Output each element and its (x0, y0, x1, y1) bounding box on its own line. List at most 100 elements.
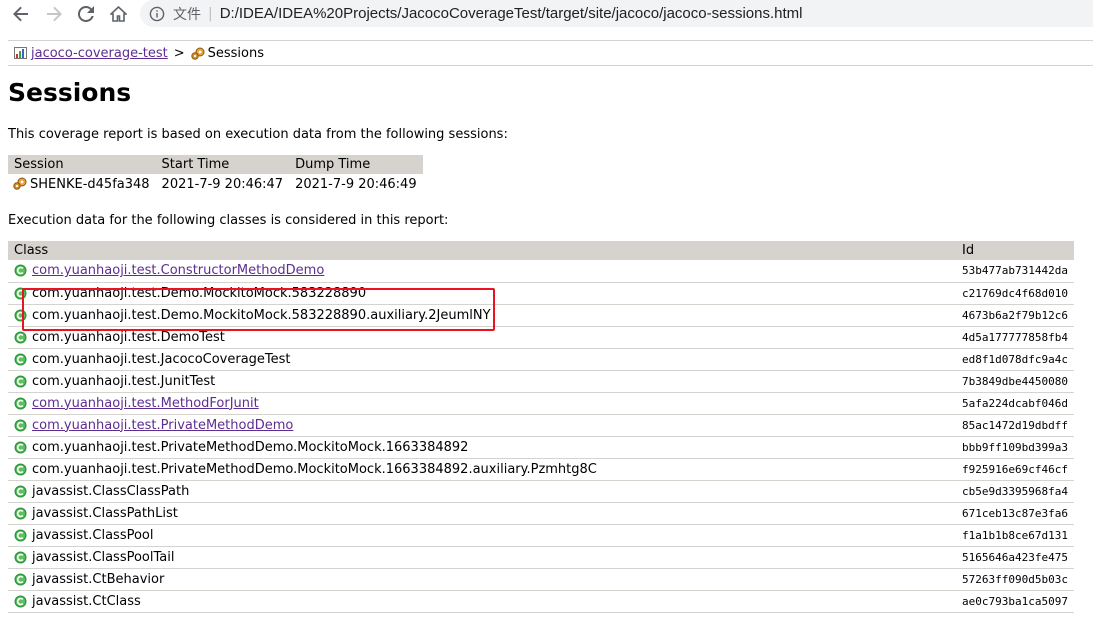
class-green-icon (14, 529, 27, 541)
class-link[interactable]: com.yuanhaoji.test.PrivateMethodDemo (32, 418, 293, 433)
home-icon (109, 6, 127, 22)
class-name: com.yuanhaoji.test.Demo.MockitoMock.5832… (32, 285, 367, 301)
class-name: javassist.ClassClassPath (32, 483, 190, 499)
reload-icon (78, 6, 94, 22)
class-green-icon (14, 507, 27, 519)
breadcrumb-report-link[interactable]: jacoco-coverage-test (31, 46, 168, 61)
column-header-dump-time: Dump Time (289, 155, 423, 174)
class-link[interactable]: com.yuanhaoji.test.ConstructorMethodDemo (32, 263, 324, 278)
class-green-icon (14, 485, 27, 497)
class-name: com.yuanhaoji.test.JacocoCoverageTest (32, 351, 291, 367)
class-green-icon (14, 287, 27, 299)
class-cell: com.yuanhaoji.test.PrivateMethodDemo.Moc… (8, 458, 957, 481)
class-green-icon (14, 309, 27, 321)
sessions-table: Session Start Time Dump Time SHENKE-d45f… (8, 155, 423, 194)
class-cell: com.yuanhaoji.test.JunitTest (8, 370, 957, 393)
class-cell: com.yuanhaoji.test.JacocoCoverageTest (8, 348, 957, 371)
class-green-icon (14, 551, 27, 563)
sessions-table-header: Session Start Time Dump Time (8, 155, 423, 174)
address-bar[interactable]: 文件 | D:/IDEA/IDEA%20Projects/JacocoCover… (140, 0, 1093, 27)
forward-button[interactable] (43, 3, 65, 25)
class-row: javassist.CtClass ae0c793ba1ca5097 (8, 590, 1074, 613)
class-cell: javassist.CtClass (8, 590, 957, 613)
column-header-session: Session (8, 155, 156, 174)
info-icon[interactable] (149, 6, 165, 22)
class-id: 53b477ab731442da (956, 260, 1074, 283)
back-button[interactable] (10, 3, 32, 25)
class-id: 85ac1472d19dbdff (956, 414, 1074, 437)
arrow-left-icon (13, 6, 28, 22)
class-green-icon (14, 595, 27, 607)
class-green-icon (14, 441, 27, 453)
class-id: 7b3849dbe4450080 (956, 370, 1074, 393)
class-cell-content: com.yuanhaoji.test.Demo.MockitoMock.5832… (14, 286, 950, 301)
class-row: javassist.ClassClassPath cb5e9d3395968fa4 (8, 480, 1074, 503)
class-cell-content: com.yuanhaoji.test.JunitTest (14, 374, 950, 389)
column-header-id: Id (956, 241, 1074, 260)
class-id: ed8f1d078dfc9a4c (956, 348, 1074, 371)
class-name: com.yuanhaoji.test.DemoTest (32, 329, 225, 345)
class-row: javassist.ClassPool f1a1b1b8ce67d131 (8, 524, 1074, 547)
class-id: ae0c793ba1ca5097 (956, 590, 1074, 613)
class-green-icon (14, 573, 27, 585)
class-id: 5afa224dcabf046d (956, 392, 1074, 415)
class-green-icon (14, 463, 27, 475)
class-cell: com.yuanhaoji.test.PrivateMethodDemo.Moc… (8, 436, 957, 459)
arrow-right-icon (47, 6, 62, 22)
address-separator: | (208, 5, 213, 22)
home-button[interactable] (107, 3, 129, 25)
class-cell: javassist.ClassPool (8, 524, 957, 547)
class-cell-content: com.yuanhaoji.test.ConstructorMethodDemo (14, 263, 950, 278)
class-row: javassist.ClassPathList 671ceb13c87e3fa6 (8, 502, 1074, 525)
class-name: com.yuanhaoji.test.JunitTest (32, 373, 216, 389)
class-name: com.yuanhaoji.test.PrivateMethodDemo.Moc… (32, 461, 597, 477)
classes-table: Class Id com.yuanhaoji.test.ConstructorM… (8, 241, 1074, 613)
class-name: com.yuanhaoji.test.Demo.MockitoMock.5832… (32, 307, 491, 323)
class-cell-content: javassist.ClassClassPath (14, 484, 950, 499)
session-cell: SHENKE-d45fa348 (8, 174, 156, 194)
class-cell: javassist.ClassPoolTail (8, 546, 957, 569)
class-name: javassist.CtClass (32, 593, 141, 609)
class-cell: com.yuanhaoji.test.DemoTest (8, 326, 957, 349)
class-cell: com.yuanhaoji.test.MethodForJunit (8, 392, 957, 415)
class-cell-content: javassist.ClassPathList (14, 506, 950, 521)
browser-toolbar: 文件 | D:/IDEA/IDEA%20Projects/JacocoCover… (0, 0, 1093, 28)
class-id: 4d5a177777858fb4 (956, 326, 1074, 349)
session-start-time: 2021-7-9 20:46:47 (161, 176, 284, 192)
class-cell-content: javassist.CtClass (14, 594, 950, 609)
class-id: 4673b6a2f79b12c6 (956, 304, 1074, 327)
reload-button[interactable] (75, 3, 97, 25)
class-name: javassist.ClassPool (32, 527, 154, 543)
class-id: f1a1b1b8ce67d131 (956, 524, 1074, 547)
sessions-intro-text: This coverage report is based on executi… (8, 127, 508, 142)
class-cell: com.yuanhaoji.test.Demo.MockitoMock.5832… (8, 282, 957, 305)
class-cell-content: javassist.ClassPool (14, 528, 950, 543)
session-gears-icon (13, 177, 27, 190)
class-cell: javassist.ClassPathList (8, 502, 957, 525)
session-dump-time: 2021-7-9 20:46:49 (295, 176, 417, 192)
breadcrumb: jacoco-coverage-test > Sessions (8, 40, 1093, 66)
breadcrumb-current: Sessions (207, 45, 265, 61)
class-id: 57263ff090d5b03c (956, 568, 1074, 591)
class-cell: com.yuanhaoji.test.PrivateMethodDemo (8, 414, 957, 437)
class-link[interactable]: com.yuanhaoji.test.MethodForJunit (32, 396, 259, 411)
class-name: javassist.ClassPoolTail (32, 549, 175, 565)
class-id: bbb9ff109bd399a3 (956, 436, 1074, 459)
class-row: com.yuanhaoji.test.MethodForJunit 5afa224… (8, 392, 1074, 415)
class-cell-content: com.yuanhaoji.test.PrivateMethodDemo (14, 418, 950, 433)
class-row: com.yuanhaoji.test.ConstructorMethodDemo… (8, 260, 1074, 283)
class-row: com.yuanhaoji.test.PrivateMethodDemo 85ac… (8, 414, 1074, 437)
session-name: SHENKE-d45fa348 (30, 176, 150, 192)
url-text[interactable]: D:/IDEA/IDEA%20Projects/JacocoCoverageTe… (220, 5, 803, 22)
class-cell: com.yuanhaoji.test.ConstructorMethodDemo (8, 260, 957, 283)
class-green-icon (14, 375, 27, 387)
class-green-icon (14, 353, 27, 365)
class-row: com.yuanhaoji.test.JunitTest 7b3849dbe445… (8, 370, 1074, 393)
class-green-icon (14, 397, 27, 409)
column-header-class: Class (8, 241, 957, 260)
class-cell-content: com.yuanhaoji.test.PrivateMethodDemo.Moc… (14, 440, 950, 455)
session-row: SHENKE-d45fa348 2021-7-9 20:46:47 2021-7… (8, 174, 423, 194)
class-row: javassist.CtBehavior 57263ff090d5b03c (8, 568, 1074, 591)
class-green-icon (14, 419, 27, 431)
breadcrumb-separator: > (173, 45, 185, 61)
